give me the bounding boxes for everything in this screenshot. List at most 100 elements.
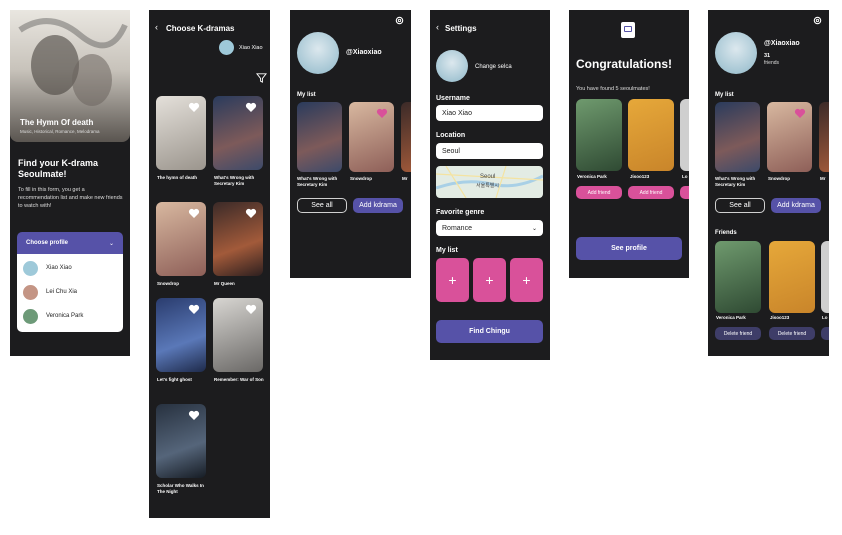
seoulmate-photo[interactable] [576, 99, 622, 171]
location-field[interactable]: Seoul [436, 143, 543, 159]
add-to-list-button[interactable]: + [436, 258, 469, 302]
drama-title: Mr [820, 176, 826, 181]
choose-profile-dropdown[interactable]: Choose profile ⌄ [17, 232, 123, 254]
congrats-subtitle: You have found 5 seoulmates! [576, 86, 650, 92]
heart-icon[interactable] [188, 409, 200, 421]
add-to-list-button[interactable]: + [473, 258, 506, 302]
username-field[interactable]: Xiao Xiao [436, 105, 543, 121]
profile-avatar [297, 32, 339, 74]
friend-name: Jisoo123 [770, 315, 790, 320]
screen-profile: @Xiaoxiao My list What's Wrong with Secr… [290, 10, 411, 278]
delete-friend-button[interactable]: Delete friend [715, 327, 761, 340]
profile-avatar[interactable] [436, 50, 468, 82]
hero-subtitle: Music, Historical, Romance, Melodrama [20, 129, 100, 134]
see-all-button[interactable]: See all [715, 198, 765, 213]
genre-label: Favorite genre [436, 209, 485, 216]
drama-title: Snowdrop [157, 281, 179, 286]
drama-poster[interactable] [156, 96, 206, 170]
drama-poster[interactable] [715, 102, 760, 172]
heart-icon[interactable] [245, 101, 257, 113]
page-description: To fill in this form, you get a recommen… [18, 187, 123, 209]
drama-poster[interactable] [767, 102, 812, 172]
drama-title: What's Wrong with Secretary Kim [297, 176, 338, 187]
heart-icon[interactable] [188, 101, 200, 113]
profile-name: Xiao Xiao [46, 265, 72, 271]
drama-poster[interactable] [156, 202, 206, 276]
see-profile-button[interactable]: See profile [576, 237, 682, 260]
friend-photo[interactable] [821, 241, 829, 313]
delete-friend-button[interactable]: Delete friend [821, 327, 829, 340]
add-friend-button[interactable]: Add friend [628, 186, 674, 199]
gear-icon[interactable] [394, 15, 405, 26]
heart-icon[interactable] [245, 207, 257, 219]
genre-select[interactable]: Romance ⌄ [436, 220, 543, 236]
friend-photo[interactable] [769, 241, 815, 313]
dropdown-label: Choose profile [26, 240, 69, 246]
drama-poster[interactable] [349, 102, 394, 172]
delete-friend-button[interactable]: Delete friend [769, 327, 815, 340]
drama-title: Mr [402, 176, 408, 181]
drama-poster[interactable] [156, 298, 206, 372]
add-to-list-button[interactable]: + [510, 258, 543, 302]
page-heading: Find your K-drama Seoulmate! [18, 158, 99, 179]
drama-title: The hymn of death [157, 175, 198, 180]
page-title: Choose K-dramas [166, 24, 235, 33]
heart-icon[interactable] [794, 107, 806, 119]
section-title: My list [715, 92, 734, 98]
page-title: Settings [445, 24, 477, 33]
screen-settings: ‹ Settings Change selca Username Xiao Xi… [430, 10, 550, 360]
add-kdrama-button[interactable]: Add kdrama [353, 198, 403, 213]
drama-title: Snowdrop [768, 176, 790, 181]
screen-congratulations: Congratulations! You have found 5 seoulm… [569, 10, 689, 278]
map-label: Seoul [480, 174, 496, 180]
hero-image: The Hymn Of death Music, Historical, Rom… [10, 10, 130, 142]
heart-icon[interactable] [376, 107, 388, 119]
profile-option[interactable]: Lei Chu Xia [23, 285, 117, 301]
back-arrow-icon[interactable]: ‹ [436, 22, 439, 32]
gear-icon[interactable] [812, 15, 823, 26]
heart-icon[interactable] [188, 303, 200, 315]
find-chingu-button[interactable]: Find Chingu [436, 320, 543, 343]
drama-title: Mr Queen [214, 281, 235, 286]
profile-name: Lei Chu Xia [46, 289, 78, 295]
profile-list: Xiao Xiao Lei Chu Xia Veronica Park [17, 254, 123, 332]
drama-poster[interactable] [156, 404, 206, 478]
back-arrow-icon[interactable]: ‹ [155, 22, 158, 32]
friend-count-label: friends [764, 60, 780, 66]
filter-icon[interactable] [256, 72, 267, 83]
drama-poster[interactable] [213, 202, 263, 276]
add-friend-button[interactable]: Add friend [576, 186, 622, 199]
see-all-button[interactable]: See all [297, 198, 347, 213]
seoulmate-photo[interactable] [628, 99, 674, 171]
user-name: Xiao Xiao [239, 45, 263, 51]
drama-poster[interactable] [213, 96, 263, 170]
drama-poster[interactable] [401, 102, 411, 172]
avatar [23, 285, 38, 300]
heart-icon[interactable] [188, 207, 200, 219]
friend-photo[interactable] [715, 241, 761, 313]
hero-title: The Hymn Of death [20, 118, 94, 127]
friend-name: Veronica Park [716, 315, 746, 320]
avatar [23, 309, 38, 324]
add-friend-button[interactable]: Add friend [680, 186, 689, 199]
profile-option[interactable]: Veronica Park [23, 309, 117, 325]
profile-option[interactable]: Xiao Xiao [23, 261, 117, 277]
drama-poster[interactable] [213, 298, 263, 372]
location-map[interactable]: Seoul 서울특별시 [436, 166, 543, 198]
username: @Xiaoxiao [346, 49, 382, 56]
screen-landing: The Hymn Of death Music, Historical, Rom… [10, 10, 130, 356]
avatar [219, 40, 234, 55]
add-kdrama-button[interactable]: Add kdrama [771, 198, 821, 213]
seoulmate-name: Lo [682, 174, 688, 179]
drama-poster[interactable] [297, 102, 342, 172]
seoulmate-name: Veronica Park [577, 174, 607, 179]
change-selca-link[interactable]: Change selca [475, 64, 512, 70]
seoulmate-photo[interactable] [680, 99, 689, 171]
drama-title: Let's fight ghost [157, 377, 192, 382]
genre-value: Romance [442, 224, 472, 232]
heart-icon[interactable] [245, 303, 257, 315]
drama-poster[interactable] [819, 102, 829, 172]
avatar [23, 261, 38, 276]
drama-title: Snowdrop [350, 176, 372, 181]
section-title: My list [297, 92, 316, 98]
